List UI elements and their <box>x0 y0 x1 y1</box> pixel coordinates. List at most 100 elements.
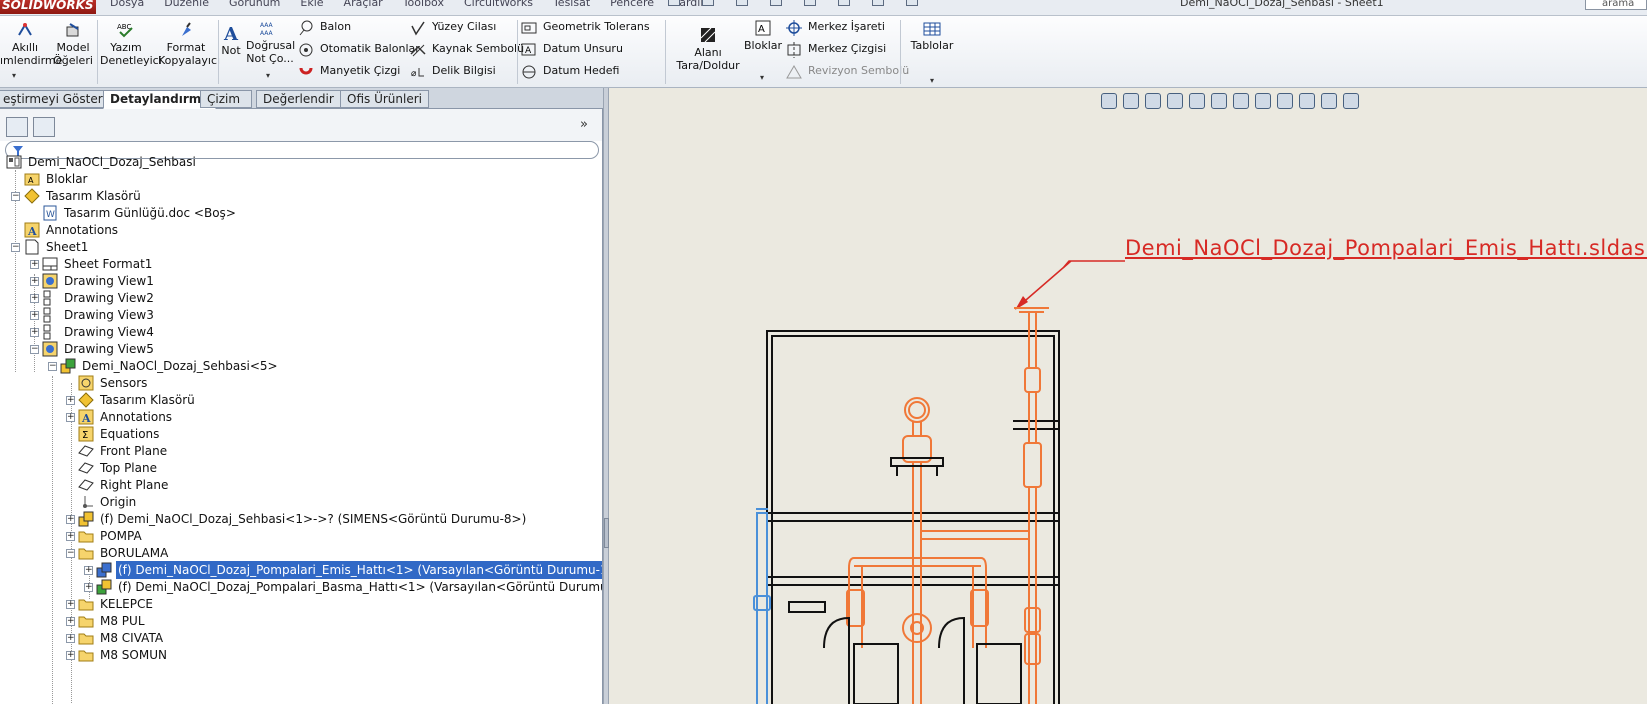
sensors-icon <box>78 375 94 391</box>
equations-icon: Σ <box>78 426 94 442</box>
drawing-view-icon <box>42 273 58 289</box>
centerline-icon <box>787 42 801 58</box>
origin-icon <box>83 496 93 508</box>
word-document-icon: W <box>43 205 57 221</box>
search-input[interactable]: arama <box>1585 0 1647 10</box>
ribbon-separator <box>97 20 98 84</box>
svg-text:AAA: AAA <box>260 22 274 29</box>
weld-symbol-icon <box>410 44 426 57</box>
smart-dimension-button[interactable]: Akıllı ımlendirme ▾ <box>0 21 62 80</box>
expand-toggle[interactable]: + <box>84 566 93 575</box>
linear-note-pattern-button[interactable]: AAA AAA Doğrusal Not Ço... ▾ <box>246 19 295 80</box>
assembly-drawing[interactable] <box>609 88 1647 704</box>
tab-sketch[interactable]: Çizim <box>200 90 252 108</box>
svg-text:A: A <box>223 24 239 42</box>
expand-toggle[interactable]: + <box>84 583 93 592</box>
expand-toggle[interactable]: + <box>66 617 75 626</box>
expand-toggle[interactable]: + <box>66 634 75 643</box>
options-icon[interactable] <box>906 0 918 6</box>
expand-toggle[interactable]: + <box>66 515 75 524</box>
blocks-icon: A <box>755 20 771 36</box>
svg-text:A: A <box>525 46 532 56</box>
menu-araclar[interactable]: Araçlar <box>344 0 383 10</box>
annotations-icon: A <box>78 409 94 425</box>
rebuild-icon[interactable] <box>838 0 850 6</box>
print-icon[interactable] <box>736 0 748 6</box>
drawing-note-label[interactable]: Demi_NaOCl_Dozaj_Pompalari_Emis_Hattı.sl… <box>1125 236 1647 260</box>
feature-tree-tab-icon[interactable] <box>6 117 28 137</box>
property-manager-tab-icon[interactable] <box>33 117 55 137</box>
drawing-canvas[interactable]: Demi_NaOCl_Dozaj_Pompalari_Emis_Hattı.sl… <box>609 88 1647 704</box>
model-items-button[interactable]: Model Öğeleri <box>52 21 94 67</box>
tables-button[interactable]: Tablolar ▾ <box>904 21 960 85</box>
dropdown-arrow-icon[interactable]: ▾ <box>930 74 934 87</box>
menu-toolbox[interactable]: Toolbox <box>403 0 444 10</box>
expand-toggle[interactable]: + <box>66 600 75 609</box>
menu-dosya[interactable]: Dosya <box>110 0 144 10</box>
command-tabs: eştirmeyi Göster Detaylandırma Çizim Değ… <box>0 88 603 109</box>
area-hatch-fill-button[interactable]: Alanı Tara/Doldur <box>674 26 742 72</box>
drawing-view-icon <box>42 341 58 357</box>
solidworks-logo[interactable]: SOLIDWORKS <box>0 0 96 14</box>
sheet-icon <box>25 239 39 255</box>
expand-toggle[interactable]: + <box>30 277 39 286</box>
projected-view-icon <box>43 324 51 340</box>
folder-icon <box>78 633 94 645</box>
note-leader-line <box>1018 260 1125 307</box>
collapse-toggle[interactable]: − <box>30 345 39 354</box>
undo-icon[interactable] <box>770 0 782 6</box>
collapse-toggle[interactable]: − <box>11 243 20 252</box>
plane-icon <box>78 479 94 491</box>
spell-checker-button[interactable]: ABC Yazım Denetleyici <box>100 21 162 67</box>
datum-feature-icon: A <box>521 43 536 56</box>
document-title: Demi_NaOCl_Dozaj_Sehbasi - Sheet1 <box>1180 0 1384 9</box>
format-painter-button[interactable]: Format Kopyalayıcı <box>158 21 220 67</box>
tab-evaluate[interactable]: Değerlendir <box>256 90 341 108</box>
menu-duzenle[interactable]: Düzenle <box>164 0 209 10</box>
menu-pencere[interactable]: Pencere <box>610 0 654 10</box>
tab-office-products[interactable]: Ofis Ürünleri <box>340 90 429 108</box>
model-items-icon <box>66 23 79 37</box>
tree-connector <box>52 376 53 704</box>
menu-ekle[interactable]: Ekle <box>300 0 323 10</box>
expand-toggle[interactable]: + <box>30 311 39 320</box>
dropdown-arrow-icon[interactable]: ▾ <box>12 69 16 82</box>
table-icon <box>923 22 941 36</box>
projected-view-icon <box>43 307 51 323</box>
blocks-button[interactable]: A Bloklar ▾ <box>744 19 782 82</box>
file-properties-icon[interactable] <box>872 0 884 6</box>
note-icon: A <box>223 24 239 42</box>
sheet-format-icon <box>42 257 58 271</box>
note-button[interactable]: A Not <box>220 24 242 57</box>
menu-tesisat[interactable]: Tesisat <box>553 0 590 10</box>
dropdown-arrow-icon[interactable]: ▾ <box>266 69 270 82</box>
expand-toggle[interactable]: + <box>30 294 39 303</box>
menu-gorunum[interactable]: Görünüm <box>229 0 280 10</box>
sub-assembly-icon <box>96 579 112 595</box>
collapse-toggle[interactable]: − <box>48 362 57 371</box>
collapse-toggle[interactable]: − <box>11 192 20 201</box>
expand-panel-icon[interactable]: » <box>580 117 588 132</box>
menu-list: Dosya Düzenle Görünüm Ekle Araçlar Toolb… <box>110 0 711 10</box>
svg-text:A: A <box>28 176 34 185</box>
open-folder-icon[interactable] <box>702 0 714 6</box>
new-document-icon[interactable] <box>668 0 680 6</box>
expand-toggle[interactable]: + <box>66 651 75 660</box>
expand-toggle[interactable]: + <box>66 396 75 405</box>
expand-toggle[interactable]: + <box>66 413 75 422</box>
blocks-folder-icon: A <box>24 173 40 186</box>
tab-display-sketch[interactable]: eştirmeyi Göster <box>0 90 110 108</box>
expand-toggle[interactable]: + <box>30 260 39 269</box>
ribbon-separator <box>517 20 518 84</box>
svg-text:A: A <box>758 24 765 35</box>
folder-icon <box>78 548 94 560</box>
revision-symbol-icon <box>786 65 802 79</box>
expand-toggle[interactable]: + <box>66 532 75 541</box>
collapse-toggle[interactable]: − <box>66 549 75 558</box>
menu-circuitworks[interactable]: CircuitWorks <box>464 0 533 10</box>
folder-icon <box>78 599 94 611</box>
hatch-icon <box>700 27 716 43</box>
expand-toggle[interactable]: + <box>30 328 39 337</box>
select-icon[interactable] <box>804 0 816 6</box>
dropdown-arrow-icon[interactable]: ▾ <box>760 71 764 84</box>
